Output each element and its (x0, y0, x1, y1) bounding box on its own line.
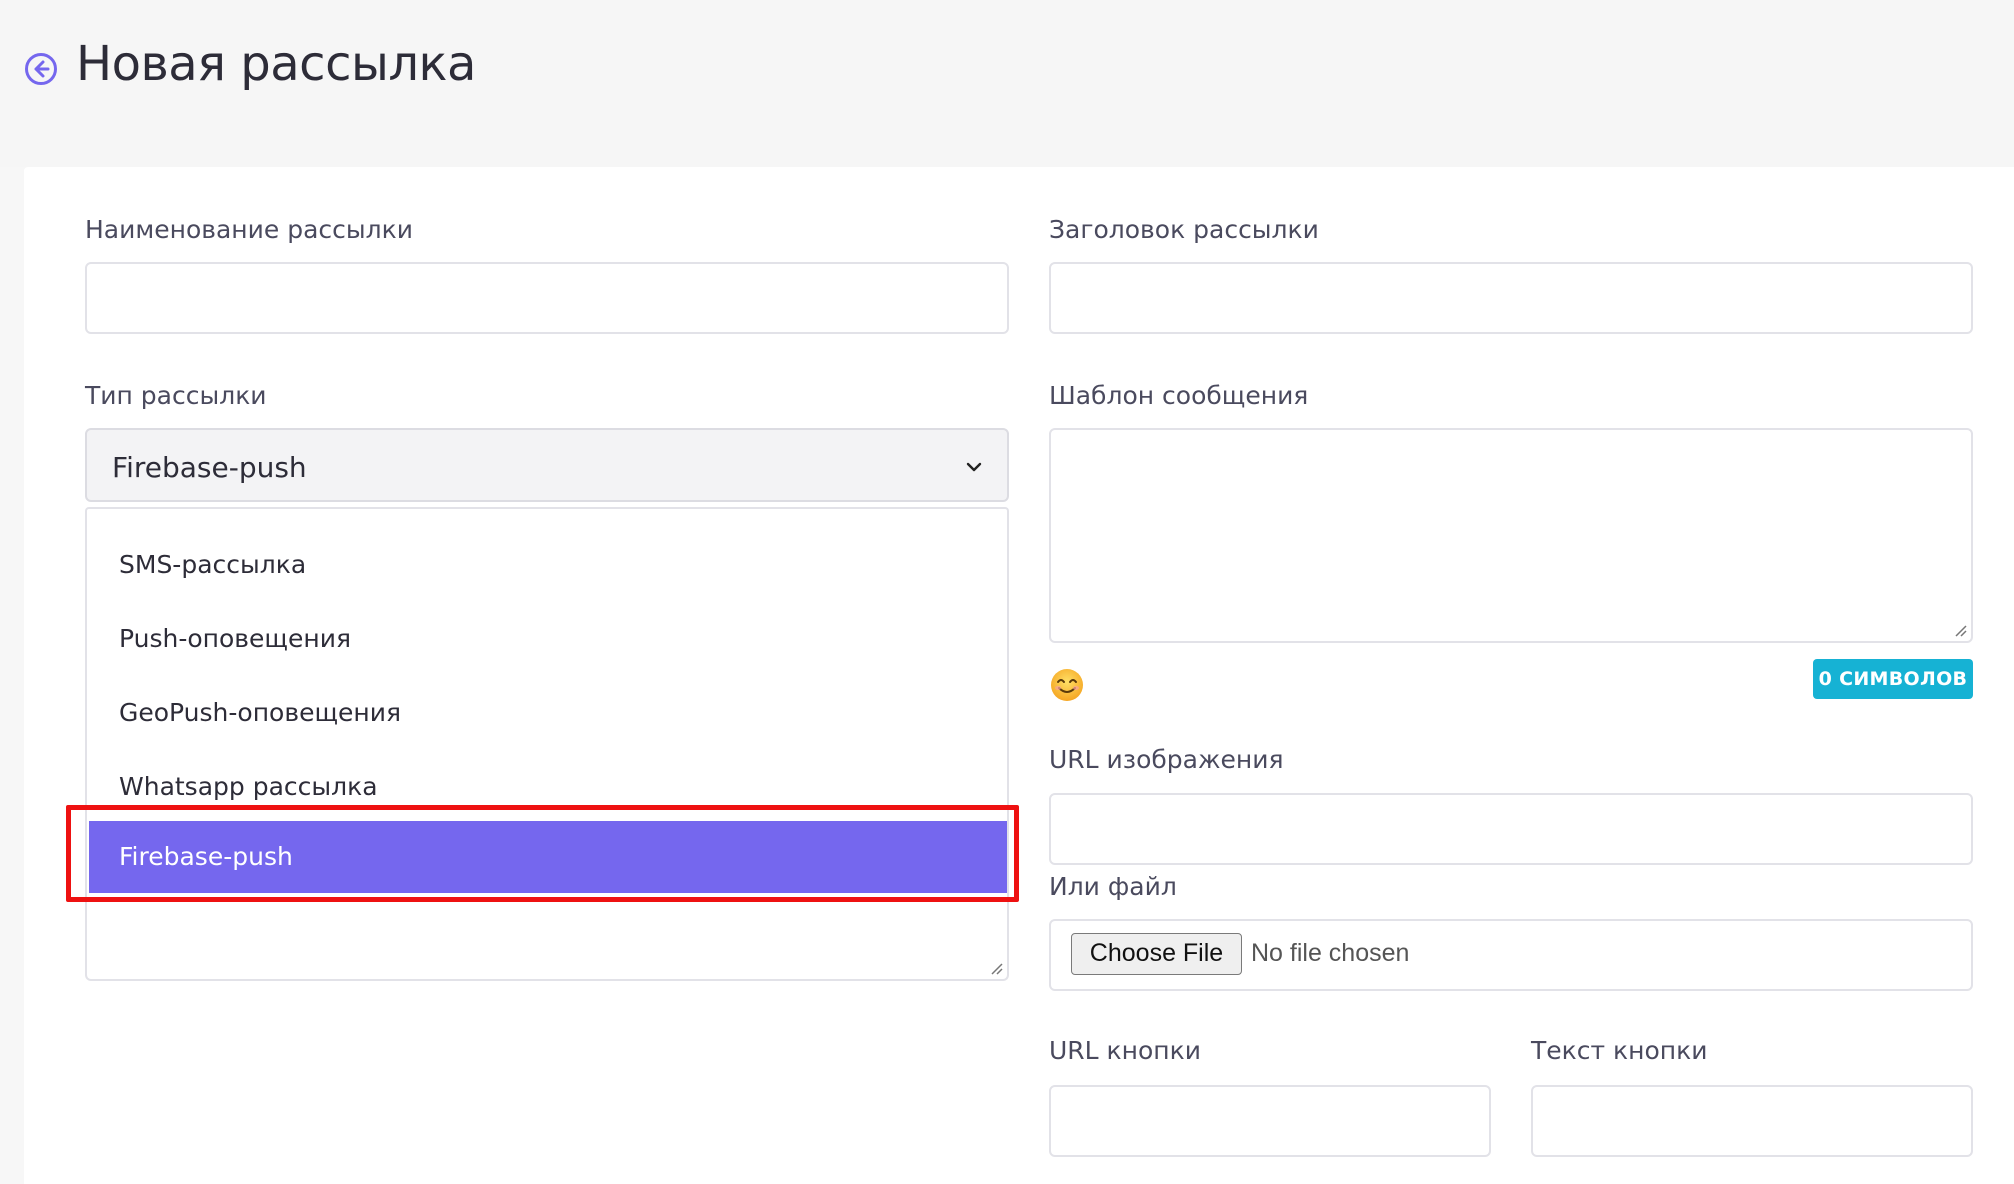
option-push[interactable]: Push-оповещения (89, 603, 1007, 675)
type-select[interactable]: Firebase-push (85, 428, 1009, 502)
button-text-label: Текст кнопки (1531, 1036, 1708, 1065)
option-geopush[interactable]: GeoPush-оповещения (89, 677, 1007, 749)
button-text-input[interactable] (1531, 1085, 1973, 1157)
resize-grip-icon[interactable] (1953, 623, 1967, 637)
image-url-input[interactable] (1049, 793, 1973, 865)
arrow-left-circle-icon[interactable] (24, 52, 58, 86)
heading-label: Заголовок рассылки (1049, 215, 1319, 244)
file-input: Choose File No file chosen (1049, 919, 1973, 991)
type-select-value: Firebase-push (112, 451, 307, 484)
chevron-down-icon (966, 462, 982, 472)
button-url-label: URL кнопки (1049, 1036, 1201, 1065)
option-whatsapp[interactable]: Whatsapp рассылка (89, 751, 1007, 823)
page-header: Новая рассылка (0, 0, 2014, 167)
choose-file-button[interactable]: Choose File (1071, 933, 1242, 975)
option-firebase-push[interactable]: Firebase-push (89, 821, 1007, 893)
description-textarea[interactable] (85, 893, 1009, 981)
template-textarea[interactable] (1049, 428, 1973, 643)
page-title: Новая рассылка (76, 36, 476, 92)
file-status-text: No file chosen (1251, 939, 1410, 967)
name-label: Наименование рассылки (85, 215, 413, 244)
option-sms[interactable]: SMS-рассылка (89, 529, 1007, 601)
button-url-input[interactable] (1049, 1085, 1491, 1157)
resize-grip-icon[interactable] (989, 961, 1003, 975)
heading-input[interactable] (1049, 262, 1973, 334)
type-label: Тип рассылки (85, 381, 267, 410)
name-input[interactable] (85, 262, 1009, 334)
smiley-emoji-icon[interactable] (1049, 667, 1085, 703)
char-counter-badge: 0 СИМВОЛОВ (1813, 659, 1973, 699)
type-dropdown-list: SMS-рассылка Push-оповещения GeoPush-опо… (85, 507, 1009, 893)
template-label: Шаблон сообщения (1049, 381, 1309, 410)
image-url-label: URL изображения (1049, 745, 1284, 774)
file-label: Или файл (1049, 872, 1177, 901)
